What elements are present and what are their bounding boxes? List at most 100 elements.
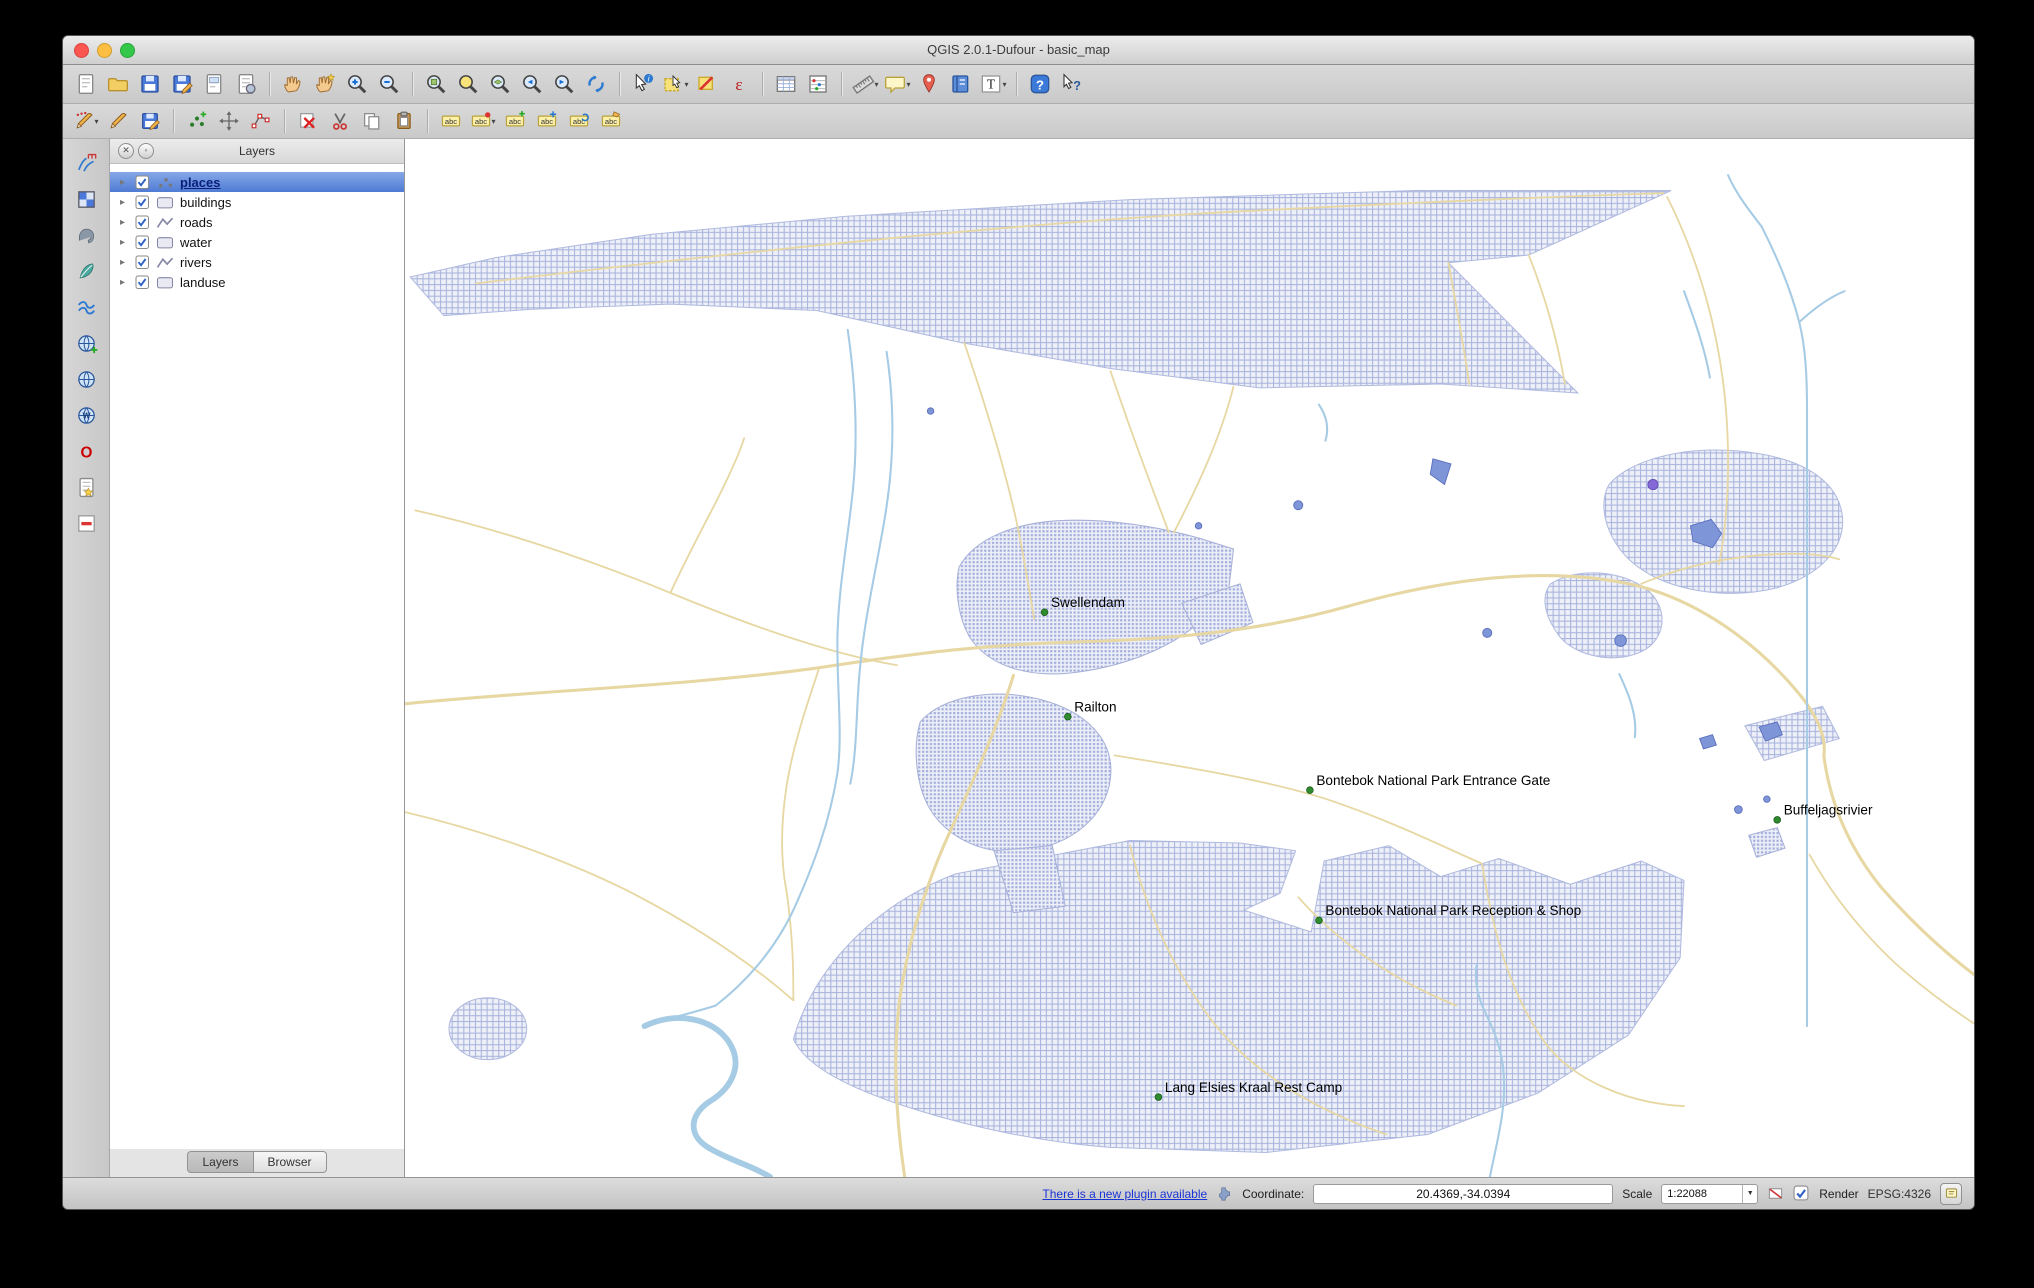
save-project-as-button[interactable] bbox=[167, 69, 197, 99]
expand-icon[interactable]: ▸ bbox=[120, 177, 130, 188]
plugin-available-link[interactable]: There is a new plugin available bbox=[1042, 1187, 1207, 1201]
expand-icon[interactable]: ▸ bbox=[120, 217, 130, 228]
cut-features-button[interactable] bbox=[325, 106, 355, 136]
add-wcs-layer-button[interactable] bbox=[72, 365, 100, 393]
measure-button[interactable]: ▾ bbox=[850, 69, 880, 99]
layer-visibility-checkbox[interactable] bbox=[135, 275, 150, 290]
dropdown-arrow-icon[interactable]: ▾ bbox=[906, 80, 910, 89]
zoom-full-button[interactable] bbox=[421, 69, 451, 99]
open-project-button[interactable] bbox=[103, 69, 133, 99]
layer-item-landuse[interactable]: ▸ landuse bbox=[110, 272, 404, 292]
refresh-map-button[interactable] bbox=[581, 69, 611, 99]
save-layer-edits-button[interactable] bbox=[135, 106, 165, 136]
new-shapefile-layer-button[interactable] bbox=[72, 473, 100, 501]
add-oracle-layer-button[interactable]: O bbox=[72, 437, 100, 465]
add-postgis-layer-button[interactable] bbox=[72, 221, 100, 249]
delete-selected-button[interactable] bbox=[293, 106, 323, 136]
pan-map-button[interactable] bbox=[278, 69, 308, 99]
paste-features-icon bbox=[397, 111, 411, 129]
open-project-icon bbox=[108, 78, 128, 92]
zoom-next-button[interactable] bbox=[549, 69, 579, 99]
rotate-label-button[interactable]: abc bbox=[564, 106, 594, 136]
layer-visibility-checkbox[interactable] bbox=[135, 235, 150, 250]
dropdown-arrow-icon[interactable]: ▾ bbox=[874, 80, 878, 89]
coordinate-input[interactable] bbox=[1313, 1183, 1614, 1204]
add-mssql-layer-button[interactable] bbox=[72, 293, 100, 321]
crs-status[interactable]: EPSG:4326 bbox=[1868, 1187, 1931, 1201]
expand-icon[interactable]: ▸ bbox=[120, 237, 130, 248]
render-status-icon[interactable] bbox=[1767, 1185, 1784, 1202]
identify-features-button[interactable]: i bbox=[628, 69, 658, 99]
layer-item-buildings[interactable]: ▸ buildings bbox=[110, 192, 404, 212]
change-label-button[interactable]: abc bbox=[596, 106, 626, 136]
svg-text:abc: abc bbox=[605, 117, 617, 126]
labeling-button[interactable]: abc bbox=[436, 106, 466, 136]
new-print-composer-button[interactable] bbox=[199, 69, 229, 99]
text-annotation-button[interactable]: T ▾ bbox=[978, 69, 1008, 99]
paste-features-button[interactable] bbox=[389, 106, 419, 136]
window-titlebar[interactable]: QGIS 2.0.1-Dufour - basic_map bbox=[63, 36, 1974, 65]
help-contents-button[interactable]: ? bbox=[1025, 69, 1055, 99]
new-project-button[interactable] bbox=[71, 69, 101, 99]
desktop: QGIS 2.0.1-Dufour - basic_map i ▾ ε ▾ ▾ T ▾?? … bbox=[0, 0, 2034, 1288]
add-vector-layer-button[interactable] bbox=[72, 149, 100, 177]
add-feature-button[interactable] bbox=[182, 106, 212, 136]
layer-visibility-checkbox[interactable] bbox=[135, 175, 150, 190]
layer-item-water[interactable]: ▸ water bbox=[110, 232, 404, 252]
scale-combo[interactable]: 1:22088 ▼ bbox=[1661, 1183, 1759, 1204]
deselect-features-button[interactable] bbox=[692, 69, 722, 99]
field-calculator-button[interactable] bbox=[803, 69, 833, 99]
add-spatialite-layer-button[interactable] bbox=[72, 257, 100, 285]
layer-item-places[interactable]: ▸ places bbox=[110, 172, 404, 192]
current-edits-button[interactable]: ▾ bbox=[71, 106, 101, 136]
map-tips-button[interactable]: ▾ bbox=[882, 69, 912, 99]
render-checkbox[interactable] bbox=[1793, 1185, 1810, 1202]
dropdown-arrow-icon[interactable]: ▾ bbox=[94, 117, 98, 126]
open-attribute-table-button[interactable] bbox=[771, 69, 801, 99]
svg-text:abc: abc bbox=[573, 117, 585, 126]
remove-layer-button[interactable] bbox=[72, 509, 100, 537]
layer-item-roads[interactable]: ▸ roads bbox=[110, 212, 404, 232]
add-raster-layer-button[interactable] bbox=[72, 185, 100, 213]
zoom-to-selection-button[interactable] bbox=[453, 69, 483, 99]
combo-arrow-icon[interactable]: ▼ bbox=[1742, 1184, 1757, 1203]
highlight-labels-button[interactable]: abc bbox=[500, 106, 530, 136]
copy-features-button[interactable] bbox=[357, 106, 387, 136]
toggle-editing-button[interactable] bbox=[103, 106, 133, 136]
dropdown-arrow-icon[interactable]: ▾ bbox=[1002, 80, 1006, 89]
select-features-button[interactable]: ▾ bbox=[660, 69, 690, 99]
pin-labels-button[interactable]: abc ▾ bbox=[468, 106, 498, 136]
save-project-button[interactable] bbox=[135, 69, 165, 99]
zoom-out-button[interactable] bbox=[374, 69, 404, 99]
zoom-to-layer-button[interactable] bbox=[485, 69, 515, 99]
layer-visibility-checkbox[interactable] bbox=[135, 195, 150, 210]
layer-item-rivers[interactable]: ▸ rivers bbox=[110, 252, 404, 272]
composer-manager-button[interactable] bbox=[231, 69, 261, 99]
whats-this-button[interactable]: ? bbox=[1057, 69, 1087, 99]
show-bookmarks-button[interactable] bbox=[946, 69, 976, 99]
add-wms-layer-button[interactable] bbox=[72, 329, 100, 357]
zoom-in-button[interactable] bbox=[342, 69, 372, 99]
node-tool-button[interactable] bbox=[246, 106, 276, 136]
dropdown-arrow-icon[interactable]: ▾ bbox=[491, 117, 495, 126]
expand-icon[interactable]: ▸ bbox=[120, 257, 130, 268]
pan-to-selection-button[interactable] bbox=[310, 69, 340, 99]
map-tips-icon bbox=[885, 76, 906, 94]
select-by-expression-button[interactable]: ε bbox=[724, 69, 754, 99]
expand-icon[interactable]: ▸ bbox=[120, 277, 130, 288]
tab-layers[interactable]: Layers bbox=[187, 1151, 254, 1173]
new-bookmark-button[interactable] bbox=[914, 69, 944, 99]
log-messages-button[interactable] bbox=[1940, 1182, 1962, 1205]
tab-browser[interactable]: Browser bbox=[253, 1151, 327, 1173]
expand-icon[interactable]: ▸ bbox=[120, 197, 130, 208]
add-wfs-layer-button[interactable]: W bbox=[72, 401, 100, 429]
move-feature-button[interactable] bbox=[214, 106, 244, 136]
layer-type-icon bbox=[159, 177, 173, 187]
zoom-last-button[interactable] bbox=[517, 69, 547, 99]
layer-visibility-checkbox[interactable] bbox=[135, 255, 150, 270]
map-canvas[interactable]: Swellendam Railton Bontebok National Park … bbox=[405, 139, 1974, 1177]
plugin-icon[interactable] bbox=[1216, 1185, 1233, 1202]
move-label-button[interactable]: abc bbox=[532, 106, 562, 136]
dropdown-arrow-icon[interactable]: ▾ bbox=[684, 80, 688, 89]
layer-visibility-checkbox[interactable] bbox=[135, 215, 150, 230]
